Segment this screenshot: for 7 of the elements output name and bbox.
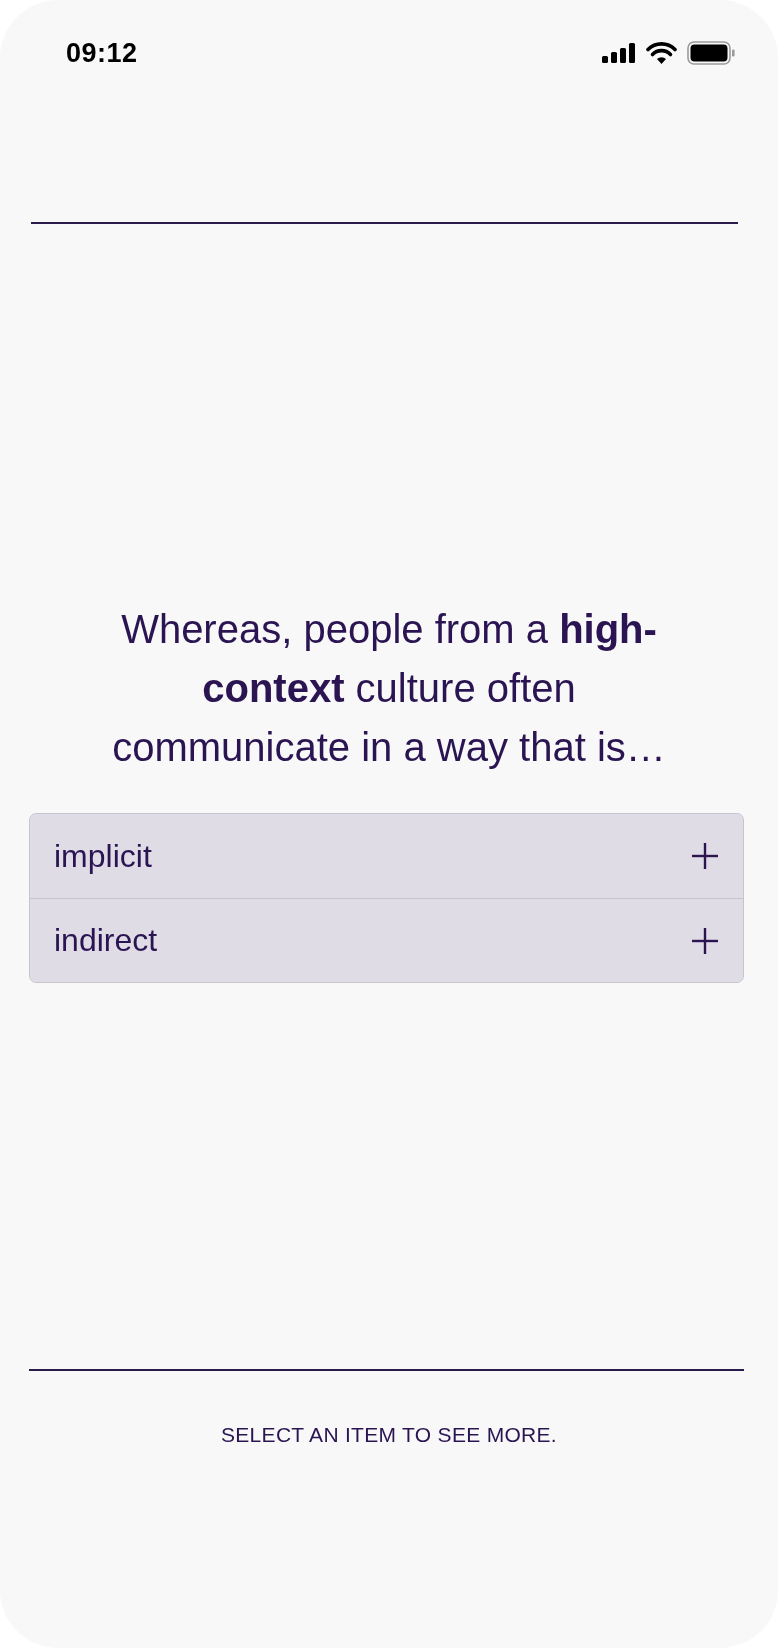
question-text: Whereas, people from a high-context culture often communicate in a way that is… (111, 606, 667, 771)
status-time: 09:12 (66, 37, 138, 69)
battery-icon (687, 41, 735, 65)
accordion-item[interactable]: indirect (30, 898, 743, 982)
wifi-icon (646, 42, 677, 64)
signal-icon (602, 43, 636, 63)
hint-text: SELECT AN ITEM TO SEE MORE. (221, 1423, 557, 1446)
